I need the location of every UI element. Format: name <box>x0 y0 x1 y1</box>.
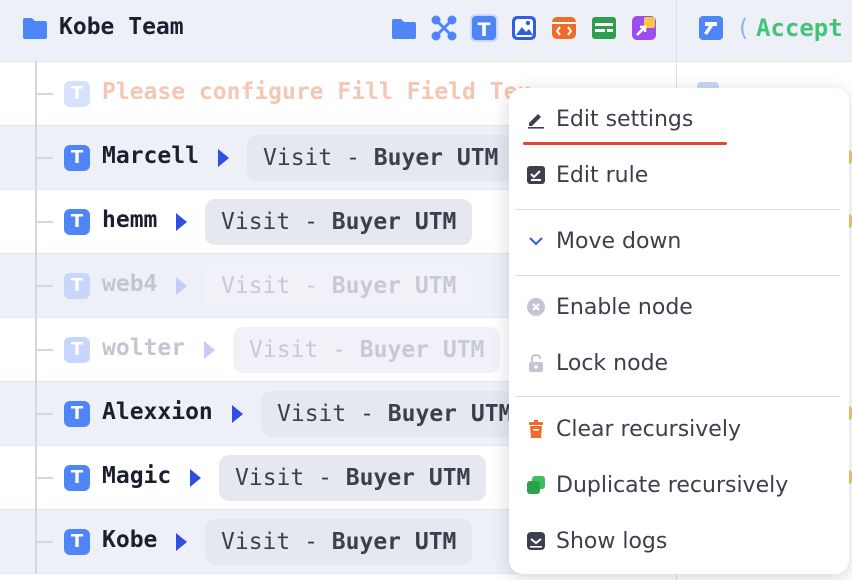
menu-item-edit-settings[interactable]: Edit settings <box>509 97 849 143</box>
text-icon: T <box>64 401 90 427</box>
tree-branch <box>37 541 53 543</box>
text-icon: T <box>64 209 90 235</box>
folder-icon[interactable] <box>390 14 418 42</box>
menu-divider <box>515 209 840 210</box>
rule-icon <box>527 166 545 184</box>
node-name: Marcell <box>102 143 199 169</box>
menu-item-label: Move down <box>556 229 682 254</box>
tree-branch <box>37 93 53 95</box>
page-title: Kobe Team <box>59 14 184 40</box>
image-icon[interactable] <box>510 14 538 42</box>
highlight-underline <box>523 142 727 145</box>
menu-divider <box>515 275 840 276</box>
menu-item-move-down[interactable]: Move down <box>509 219 849 265</box>
play-icon[interactable] <box>204 341 215 359</box>
node-name: Alexxion <box>102 399 213 425</box>
text-icon: T <box>64 465 90 491</box>
export-icon[interactable] <box>630 14 658 42</box>
menu-item-label: Edit settings <box>556 107 694 132</box>
text-icon[interactable]: T <box>470 14 498 42</box>
tree-branch <box>37 413 53 415</box>
logs-icon <box>527 532 545 550</box>
play-icon[interactable] <box>218 149 229 167</box>
pencil-icon <box>528 114 544 129</box>
menu-item-label: Enable node <box>556 295 693 320</box>
text-icon: T <box>64 81 90 107</box>
arrow-icon[interactable] <box>699 16 723 40</box>
menu-item-lock-node[interactable]: Lock node <box>509 341 849 387</box>
tree-branch <box>37 477 53 479</box>
rule-pill[interactable]: Visit - Buyer UTM <box>205 519 473 565</box>
play-icon[interactable] <box>176 277 187 295</box>
menu-item-label: Edit rule <box>556 163 649 188</box>
rule-pill[interactable]: Visit - Buyer UTM <box>261 391 529 437</box>
context-menu: Edit settings Edit rule Move down Enable… <box>509 88 849 574</box>
text-icon: T <box>64 529 90 555</box>
menu-item-label: Lock node <box>556 351 669 376</box>
tree-branch <box>37 221 53 223</box>
play-icon[interactable] <box>176 213 187 231</box>
trash-icon <box>529 420 543 438</box>
text-icon: T <box>64 337 90 363</box>
menu-item-edit-rule[interactable]: Edit rule <box>509 153 849 199</box>
duplicate-icon <box>527 476 545 494</box>
menu-divider <box>515 396 840 397</box>
rule-pill[interactable]: Visit - Buyer UTM <box>205 263 473 309</box>
table-icon[interactable] <box>590 14 618 42</box>
paren-text: ( <box>736 14 751 42</box>
chevron-down-icon <box>529 237 543 246</box>
lock-icon <box>529 353 543 372</box>
play-icon[interactable] <box>176 533 187 551</box>
x-circle-icon <box>527 298 545 316</box>
menu-item-label: Show logs <box>556 529 668 554</box>
rule-pill[interactable]: Visit - Buyer UTM <box>233 327 501 373</box>
toolbar-header: Kobe Team T ( Accept <box>0 0 852 62</box>
accept-label[interactable]: Accept <box>756 14 843 42</box>
node-name: wolter <box>102 335 186 361</box>
node-name: Magic <box>102 463 172 489</box>
folder-icon <box>23 18 47 39</box>
menu-item-enable-node[interactable]: Enable node <box>509 285 849 331</box>
menu-item-show-logs[interactable]: Show logs <box>509 519 849 565</box>
menu-item-label: Clear recursively <box>556 417 741 442</box>
text-icon: T <box>64 273 90 299</box>
code-icon[interactable] <box>550 14 578 42</box>
node-name: web4 <box>102 271 158 297</box>
tree-branch <box>37 157 53 159</box>
rule-pill[interactable]: Visit - Buyer UTM <box>219 455 487 501</box>
play-icon[interactable] <box>190 469 201 487</box>
node-name: hemm <box>102 207 158 233</box>
menu-item-duplicate-recursively[interactable]: Duplicate recursively <box>509 463 849 509</box>
menu-item-clear-recursively[interactable]: Clear recursively <box>509 407 849 453</box>
text-icon: T <box>64 145 90 171</box>
node-name: Kobe <box>102 527 158 553</box>
config-warning: Please configure Fill Field Tex <box>102 79 532 105</box>
menu-item-label: Duplicate recursively <box>556 473 789 498</box>
rule-pill[interactable]: Visit - Buyer UTM <box>247 135 515 181</box>
play-icon[interactable] <box>232 405 243 423</box>
rule-pill[interactable]: Visit - Buyer UTM <box>205 199 473 245</box>
tree-branch <box>37 349 53 351</box>
tree-branch <box>37 285 53 287</box>
nodes-icon[interactable] <box>430 14 458 42</box>
